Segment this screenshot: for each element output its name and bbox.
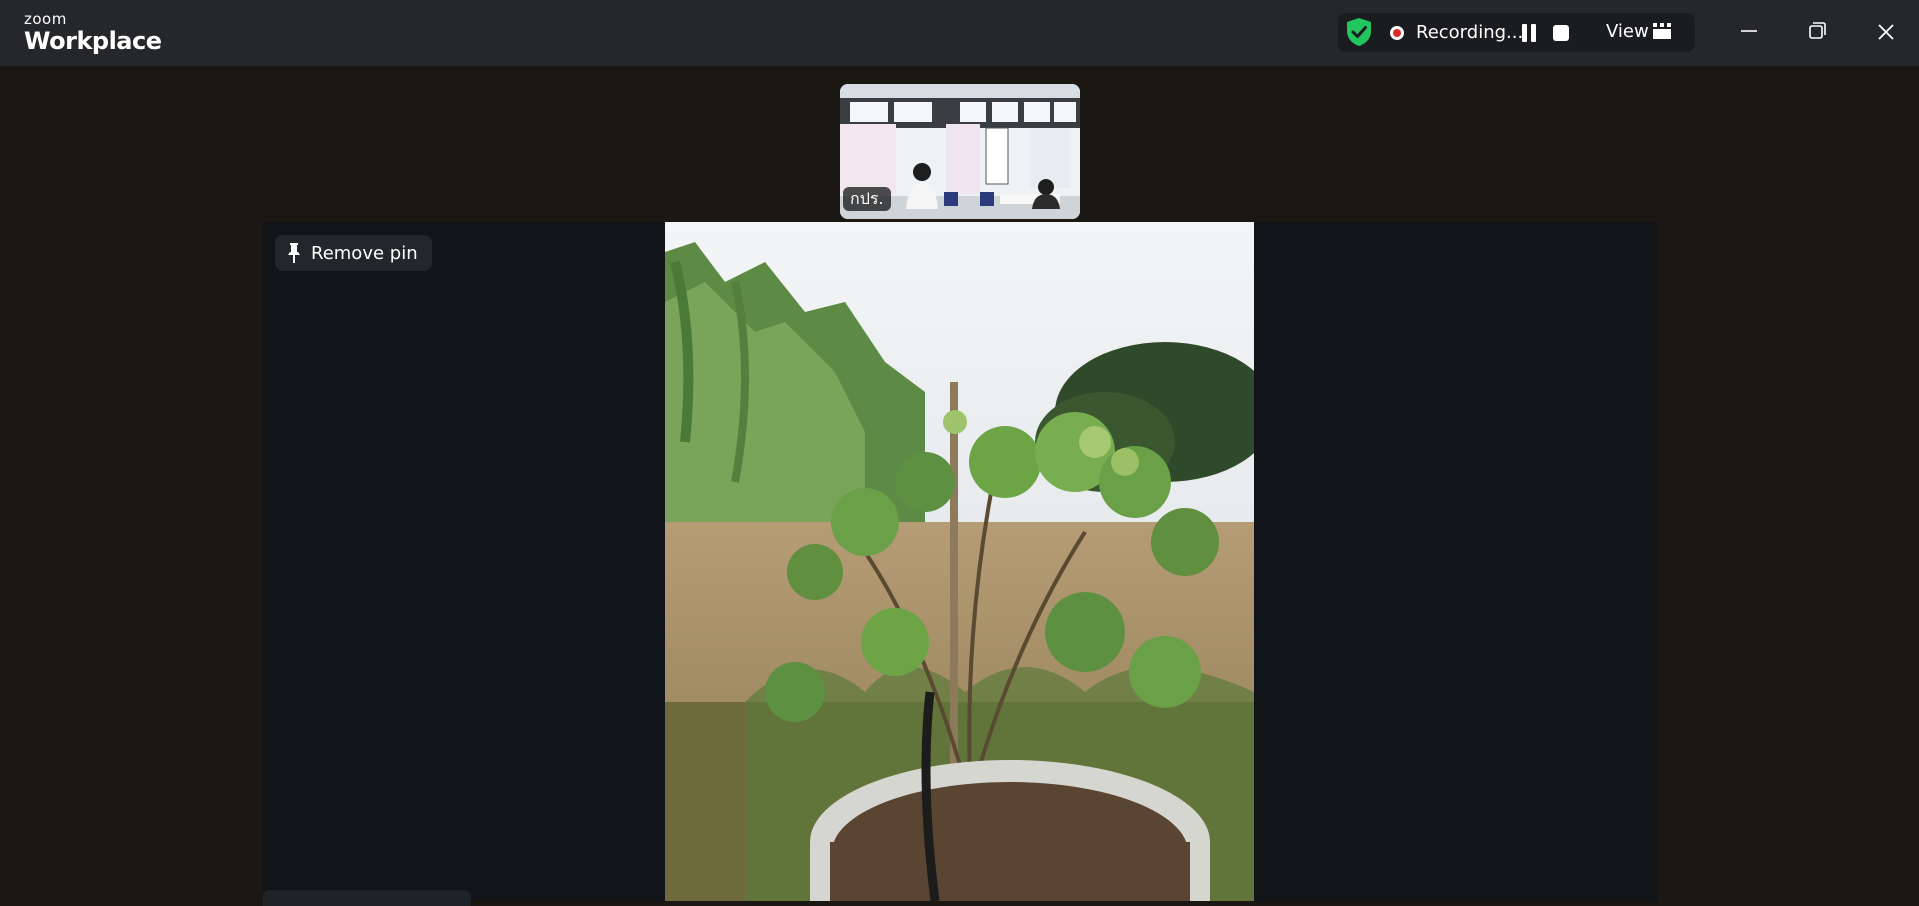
recording-status-text: Recording... <box>1416 22 1524 43</box>
logo-brand-small: zoom <box>24 10 67 28</box>
restore-icon <box>1809 22 1826 39</box>
participant-thumbnail[interactable]: กปร. <box>840 84 1080 219</box>
grid-view-icon[interactable] <box>1653 23 1671 39</box>
minimize-icon <box>1741 30 1757 32</box>
remove-pin-button[interactable]: Remove pin <box>275 235 432 271</box>
restore-button[interactable] <box>1797 12 1837 52</box>
participant-name-label: กปร. <box>843 187 891 211</box>
pinned-video-feed <box>665 222 1254 901</box>
close-icon <box>1878 24 1894 40</box>
pause-icon[interactable] <box>1522 24 1536 42</box>
logo-brand-big: Workplace <box>24 27 162 55</box>
pin-icon <box>288 243 300 263</box>
minimize-button[interactable] <box>1728 12 1768 52</box>
close-button[interactable] <box>1866 12 1906 52</box>
pinned-participant-name-label <box>263 890 471 906</box>
shield-check-icon[interactable] <box>1345 17 1373 47</box>
remove-pin-label: Remove pin <box>311 242 418 264</box>
app-logo: zoom Workplace <box>24 10 162 56</box>
recording-dot <box>1393 29 1401 37</box>
video-frame-garden <box>665 222 1254 901</box>
view-button[interactable]: View <box>1606 21 1649 43</box>
stop-icon[interactable] <box>1553 25 1569 41</box>
recording-indicator-icon <box>1390 26 1404 40</box>
